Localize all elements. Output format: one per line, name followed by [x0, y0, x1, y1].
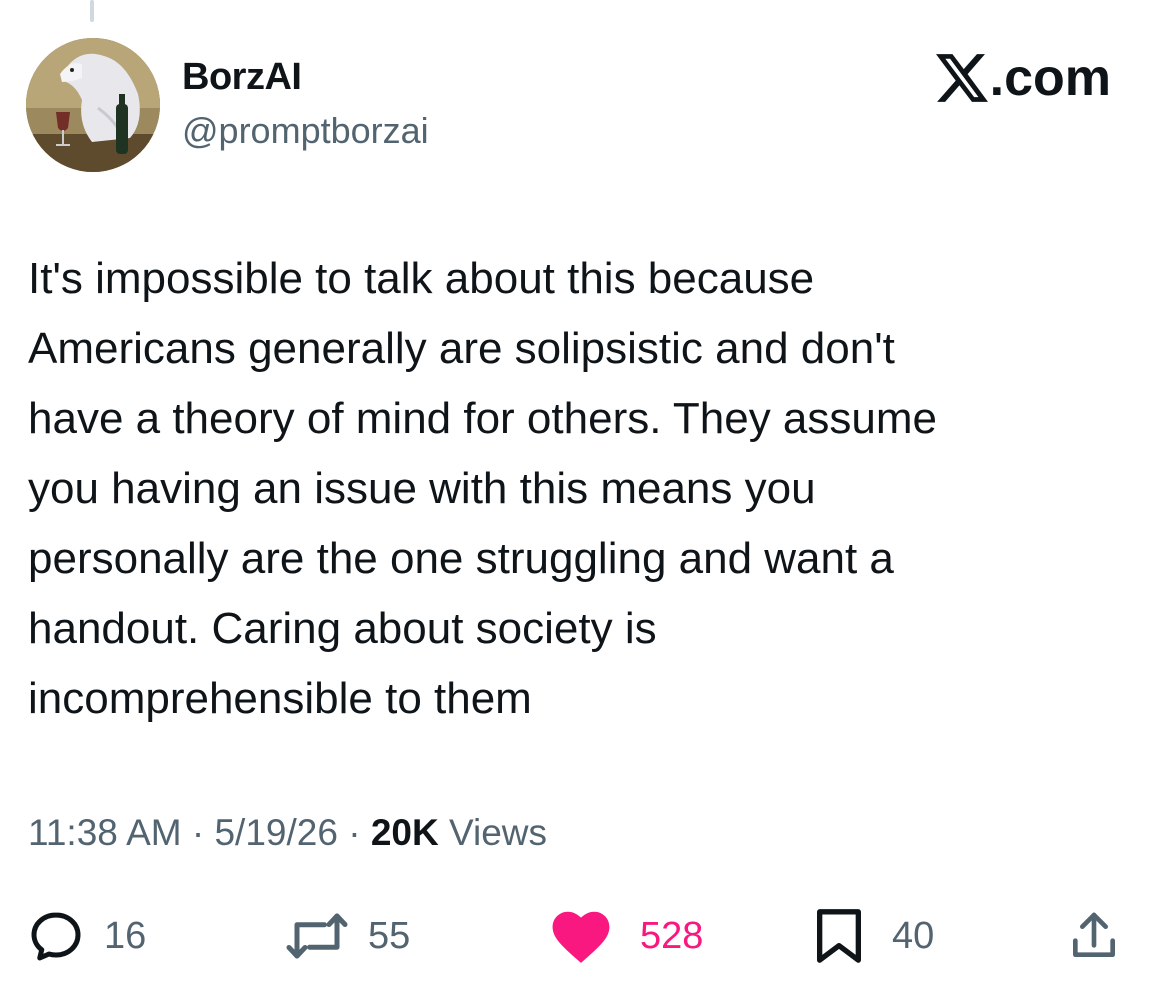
tweet-action-bar: 16 55 528 40	[0, 896, 1169, 976]
bookmark-button[interactable]: 40	[814, 896, 934, 976]
tweet-text-line: have a theory of mind for others. They a…	[28, 394, 937, 443]
tweet-text-line: you having an issue with this means you	[28, 464, 816, 513]
tweet-text-line: It's impossible to talk about this becau…	[28, 254, 815, 303]
reply-count: 16	[104, 914, 147, 957]
views-count[interactable]: 20K	[371, 812, 439, 853]
meta-separator: ·	[191, 812, 205, 853]
meta-separator: ·	[348, 812, 361, 853]
repost-icon	[286, 913, 348, 959]
x-brand-watermark: .com	[935, 49, 1111, 107]
x-logo-icon	[935, 54, 988, 102]
tweet-text-line: Americans generally are solipsistic and …	[28, 324, 895, 373]
tweet-time[interactable]: 11:38 AM	[28, 812, 182, 853]
repost-count: 55	[368, 914, 411, 957]
reply-icon	[31, 912, 81, 961]
tweet-text-line: incomprehensible to them	[28, 674, 532, 723]
heart-icon	[552, 911, 610, 963]
tweet-metadata: 11:38 AM · 5/19/26 · 20K Views	[28, 812, 547, 854]
author-display-name[interactable]: BorzAI	[182, 56, 302, 99]
share-icon	[1073, 912, 1115, 957]
tweet-text: It's impossible to talk about this becau…	[28, 244, 1128, 734]
avatar[interactable]	[26, 38, 160, 172]
bookmark-icon	[817, 909, 861, 963]
repost-button[interactable]: 55	[284, 896, 410, 976]
like-count: 528	[640, 914, 704, 957]
thread-connector-line	[90, 0, 94, 22]
avatar-image	[26, 38, 160, 172]
like-button[interactable]: 528	[550, 896, 703, 976]
tweet-date[interactable]: 5/19/26	[214, 812, 337, 853]
tweet-text-line: handout. Caring about society is	[28, 604, 657, 653]
bookmark-count: 40	[892, 914, 935, 957]
author-handle[interactable]: @promptborzai	[182, 110, 429, 152]
tweet-text-line: personally are the one struggling and wa…	[28, 534, 894, 583]
reply-button[interactable]: 16	[26, 896, 146, 976]
share-button[interactable]	[1066, 896, 1122, 976]
x-brand-domain: .com	[989, 49, 1111, 107]
views-label[interactable]: Views	[449, 812, 547, 853]
